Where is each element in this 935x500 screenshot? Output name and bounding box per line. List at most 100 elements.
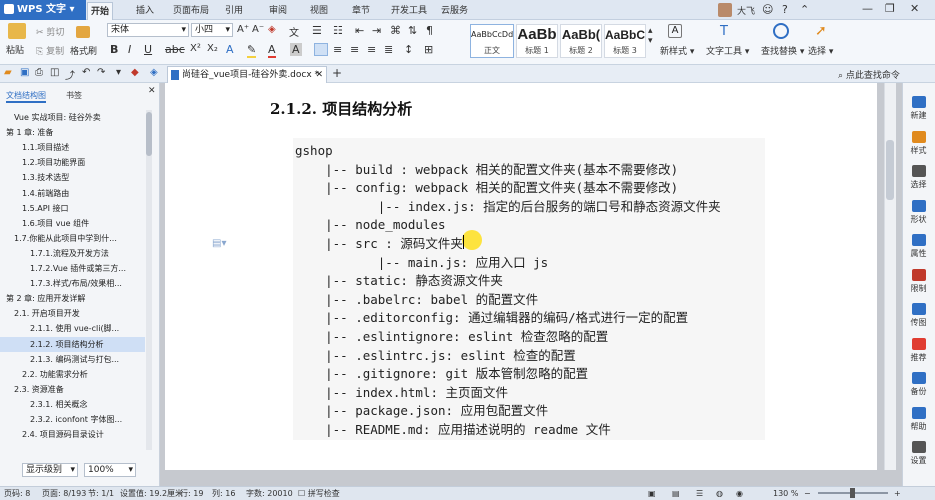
outline-item[interactable]: 1.6.项目 vue 组件 (0, 216, 145, 231)
outline-item[interactable]: 2.1.3. 编码测试与打包... (0, 352, 145, 367)
tab-cloud[interactable]: 云服务 (438, 2, 471, 20)
outline-item[interactable]: 1.7.1.流程及开发方法 (0, 246, 145, 261)
close-tab-icon[interactable]: ✕ (315, 67, 323, 83)
outline-item[interactable]: 1.7.3.样式/布局/效果相... (0, 276, 145, 291)
show-marks-icon[interactable]: ¶ (426, 24, 433, 37)
docer-icon[interactable]: ◈ (150, 67, 158, 78)
paste-icon[interactable] (8, 23, 26, 39)
task-pane-item[interactable]: 形状 (902, 199, 935, 225)
tab-review[interactable]: 审阅 (266, 2, 290, 20)
increase-indent-icon[interactable]: ⇥ (372, 24, 381, 37)
outline-item[interactable]: 1.7.你能从此项目中学到什... (0, 231, 145, 246)
outline-item[interactable]: 2.1. 开启项目开发 (0, 306, 145, 321)
open-folder-icon[interactable]: ▰ (4, 67, 12, 78)
zoom-out-icon[interactable]: − (804, 487, 811, 500)
new-style-icon[interactable]: A (668, 24, 682, 38)
nav-scroll-thumb[interactable] (146, 112, 152, 156)
status-section[interactable]: 节: 1/1 (88, 487, 114, 500)
tab-document[interactable]: 尚硅谷_vue项目-硅谷外卖.docx * ✕ (167, 66, 327, 83)
outline-item[interactable]: 2.3.2. iconfont 字体图... (0, 412, 145, 427)
select-button[interactable]: 选择 ▾ (808, 44, 833, 57)
skin-icon[interactable]: ☺ (762, 3, 773, 16)
outline-item[interactable]: 1.4.前端路由 (0, 186, 145, 201)
paragraph-menu-icon[interactable]: ▤▾ (212, 238, 226, 249)
outline-item[interactable]: 2.1.2. 项目结构分析 (0, 336, 145, 352)
redo-icon[interactable]: ↷ (97, 67, 105, 78)
outline-item[interactable]: 2.2. 功能需求分析 (0, 367, 145, 382)
align-center-icon[interactable]: ≡ (333, 43, 342, 56)
outline-item[interactable]: 第 1 章: 准备 (0, 125, 145, 140)
close-pane-icon[interactable]: ✕ (148, 86, 156, 96)
distribute-icon[interactable]: ≣ (384, 43, 393, 56)
outline-item[interactable]: Vue 实战项目: 硅谷外卖 (0, 110, 145, 125)
find-replace-icon[interactable] (773, 23, 789, 39)
select-cursor-icon[interactable]: ➚ (815, 23, 827, 39)
restore-icon[interactable]: ❐ (885, 2, 895, 15)
find-replace-button[interactable]: 查找替换 ▾ (761, 44, 804, 57)
close-icon[interactable]: ✕ (910, 2, 919, 15)
text-tools-button[interactable]: 文字工具 ▾ (706, 44, 749, 57)
undo-icon[interactable]: ↶ (82, 67, 90, 78)
task-pane-item[interactable]: 新建 (902, 96, 935, 121)
border-icon[interactable]: ⊞ (424, 43, 433, 56)
paste-button[interactable]: 粘贴 (6, 43, 24, 56)
task-pane-item[interactable]: 推荐 (902, 337, 935, 363)
strikethrough-icon[interactable]: abc (165, 43, 185, 56)
font-size-select[interactable]: 小四 ▾ (191, 23, 233, 37)
status-page[interactable]: 页码: 8 (4, 487, 30, 500)
task-pane-item[interactable]: 限制 (902, 268, 935, 294)
justify-icon[interactable]: ≡ (367, 43, 376, 56)
shrink-font-icon[interactable]: A⁻ (252, 24, 264, 35)
outline-item[interactable]: 2.3. 资源准备 (0, 382, 145, 397)
help-icon[interactable]: ? (782, 3, 788, 16)
align-left-icon[interactable] (314, 43, 328, 56)
level-select[interactable]: 显示级别 ▾ (22, 463, 78, 477)
minimize-icon[interactable]: — (862, 2, 873, 15)
pinyin-icon[interactable]: 文 (289, 24, 299, 39)
cut-button[interactable]: ✂ 剪切 (36, 25, 64, 38)
wps-cloud-icon[interactable]: ◆ (131, 67, 139, 78)
outline-item[interactable]: 2.1.1. 使用 vue-cli(脚... (0, 321, 145, 336)
char-shading-icon[interactable]: A (290, 43, 302, 56)
superscript-icon[interactable]: X² (190, 43, 201, 54)
status-pages[interactable]: 页面: 8/193 (42, 487, 86, 500)
subscript-icon[interactable]: X₂ (207, 43, 218, 54)
web-view-icon[interactable]: ◍ (716, 487, 723, 500)
tab-references[interactable]: 引用 (222, 2, 246, 20)
highlight-icon[interactable]: ✎ (247, 43, 257, 58)
save-icon[interactable]: ▣ (20, 67, 29, 78)
task-pane-item[interactable]: 选择 (902, 165, 935, 190)
tab-insert[interactable]: 插入 (133, 2, 157, 20)
bullet-list-icon[interactable]: ☰ (312, 24, 322, 37)
eye-protect-icon[interactable]: ◉ (736, 487, 743, 500)
zoom-value[interactable]: 130 % (773, 487, 798, 500)
zoom-in-icon[interactable]: + (894, 487, 901, 500)
print-preview-icon[interactable]: ◫ (50, 67, 59, 78)
sort-icon[interactable]: ⇅ (408, 24, 417, 37)
status-words[interactable]: 字数: 20010 (246, 487, 293, 500)
text-effect-icon[interactable]: A (226, 43, 234, 56)
italic-icon[interactable]: I (128, 43, 131, 56)
quick-access-dropdown-icon[interactable]: ▾ (116, 67, 121, 78)
outline-item[interactable]: 1.1.项目描述 (0, 140, 145, 155)
nav-scrollbar[interactable] (146, 110, 152, 450)
font-color-icon[interactable]: A (268, 43, 276, 58)
print-icon[interactable]: ⎙ (35, 67, 43, 78)
font-name-select[interactable]: 宋体 ▾ (107, 23, 189, 37)
tab-bookmark[interactable]: 书签 (66, 90, 82, 101)
outline-zoom-select[interactable]: 100% ▾ (84, 463, 136, 477)
outline-item[interactable]: 1.3.技术选型 (0, 170, 145, 185)
style-normal[interactable]: AaBbCcDd 正文 (470, 24, 514, 58)
page-view-icon[interactable]: ▤ (672, 487, 680, 500)
underline-icon[interactable]: U (144, 43, 152, 56)
line-spacing-icon[interactable]: ↕ (404, 43, 413, 56)
style-heading-3[interactable]: AaBbC 标题 3 (604, 24, 646, 58)
outline-view-icon[interactable]: ☰ (696, 487, 703, 500)
format-painter-button[interactable]: 格式刷 (70, 44, 97, 57)
export-icon[interactable]: ⤴ (65, 67, 75, 82)
outline-item[interactable]: 1.2.项目功能界面 (0, 155, 145, 170)
user-name[interactable]: 大飞 (737, 4, 755, 17)
task-pane-item[interactable]: 属性 (902, 234, 935, 259)
style-heading-1[interactable]: AaBb 标题 1 (516, 24, 558, 58)
collapse-ribbon-icon[interactable]: ⌃ (800, 3, 809, 16)
